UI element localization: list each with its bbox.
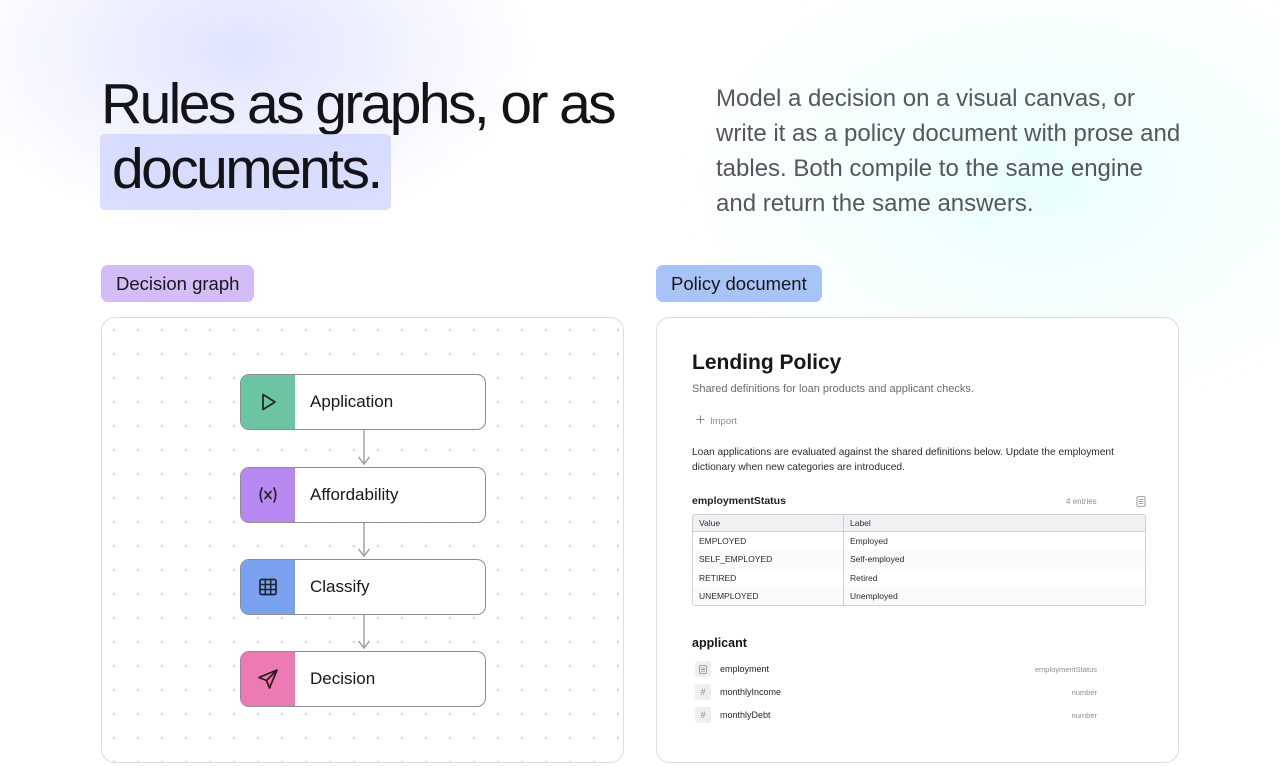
table-cell-value: RETIRED	[693, 568, 844, 587]
table-cell-label: Self-employed	[850, 554, 905, 565]
dictionary-entry-count: 4 entries	[1066, 497, 1097, 506]
play-icon	[241, 375, 295, 429]
graph-node-label: Decision	[310, 669, 376, 688]
graph-node-decision[interactable]: Decision	[240, 651, 486, 707]
hero-title-highlight: documents.	[100, 134, 391, 210]
connector-arrow	[357, 615, 371, 650]
entity-field-monthly-income[interactable]: # monthlyIncome number	[695, 683, 1097, 701]
document-paragraph: Loan applications are evaluated against …	[692, 447, 1114, 473]
send-icon	[241, 652, 295, 706]
entity-field-monthly-debt[interactable]: # monthlyDebt number	[695, 706, 1097, 724]
field-name: employment	[720, 664, 770, 674]
table-cell-value: UNEMPLOYED	[693, 586, 844, 606]
graph-node-label: Affordability	[310, 485, 399, 504]
entity-field-employment[interactable]: employment employmentStatus	[695, 660, 1097, 678]
table-cell-label: Unemployed	[850, 590, 898, 601]
table-row[interactable]: RETIRED Retired	[693, 568, 1145, 587]
table-cell-value: SELF_EMPLOYED	[693, 550, 844, 569]
hash-icon: #	[695, 684, 711, 700]
decision-graph-canvas[interactable]: Application Affordability Classify Decis…	[101, 317, 624, 763]
column-header-value: Value	[693, 515, 844, 531]
table-header-row: Value Label	[693, 515, 1145, 532]
policy-document-card: Lending Policy Shared definitions for lo…	[656, 317, 1179, 763]
graph-node-label: Application	[310, 392, 394, 411]
graph-node-classify[interactable]: Classify	[240, 559, 486, 615]
table-row[interactable]: SELF_EMPLOYED Self-employed	[693, 550, 1145, 569]
list-icon[interactable]	[1136, 494, 1146, 512]
field-type: number	[1071, 687, 1097, 697]
table-icon	[241, 560, 295, 614]
document-subtitle: Shared definitions for loan products and…	[692, 383, 974, 395]
table-row[interactable]: UNEMPLOYED Unemployed	[693, 586, 1145, 606]
field-name: monthlyDebt	[720, 710, 771, 720]
field-name: monthlyIncome	[720, 687, 782, 697]
entity-title: applicant	[692, 636, 747, 650]
plus-icon	[696, 415, 705, 427]
policy-document-label: Policy document	[656, 265, 822, 302]
list-icon	[695, 661, 711, 677]
column-header-label: Label	[850, 518, 871, 528]
hero-title: Rules as graphs, or as documents.	[100, 72, 661, 210]
import-label: Import	[710, 415, 737, 427]
hero-title-line-1: Rules as graphs, or as	[101, 72, 617, 136]
document-title: Lending Policy	[692, 351, 842, 374]
connector-arrow	[357, 430, 371, 466]
table-cell-value: EMPLOYED	[693, 532, 844, 551]
table-row[interactable]: EMPLOYED Employed	[693, 532, 1145, 551]
dictionary-table: Value Label EMPLOYED Employed SELF_EMPLO…	[692, 514, 1146, 607]
graph-node-application[interactable]: Application	[240, 374, 486, 430]
field-type: employmentStatus	[1034, 664, 1097, 674]
decision-graph-label: Decision graph	[101, 265, 255, 302]
connector-arrow	[357, 523, 371, 558]
import-button[interactable]: Import	[696, 415, 737, 427]
hash-icon: #	[695, 707, 711, 723]
dictionary-name: employmentStatus	[692, 495, 786, 507]
table-cell-label: Employed	[850, 536, 888, 546]
function-icon	[241, 468, 295, 522]
graph-node-label: Classify	[310, 577, 370, 596]
field-type: number	[1071, 710, 1097, 720]
hero-subtitle: Model a decision on a visual canvas, or …	[716, 85, 1181, 217]
graph-node-affordability[interactable]: Affordability	[240, 467, 486, 523]
table-cell-label: Retired	[850, 572, 878, 583]
